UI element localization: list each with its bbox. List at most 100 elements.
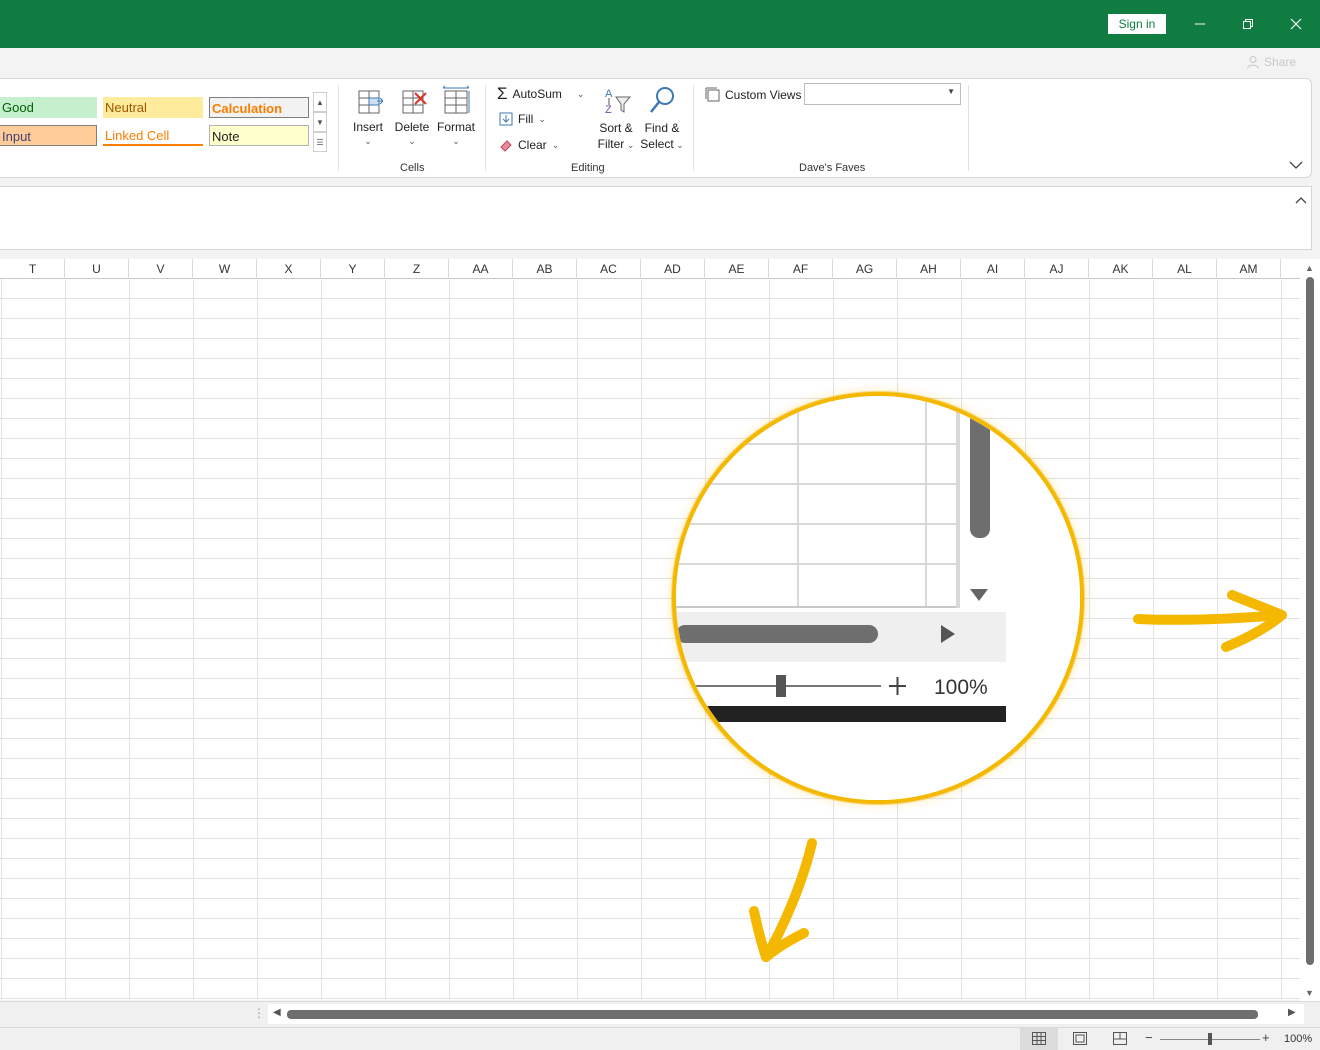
column-header-ag[interactable]: AG: [833, 259, 897, 279]
fill-down-icon: [499, 112, 513, 126]
style-note[interactable]: Note: [209, 125, 309, 146]
zoom-slider-thumb[interactable]: [1208, 1033, 1212, 1045]
sign-in-button[interactable]: Sign in: [1108, 14, 1166, 34]
find-select-label-1: Find &: [644, 121, 680, 135]
ribbon-collapse-icon[interactable]: [1289, 157, 1303, 175]
cells-group-label: Cells: [400, 162, 425, 174]
zoom-in-button[interactable]: +: [1262, 1030, 1270, 1045]
clear-label: Clear: [518, 138, 547, 152]
format-cells-icon: [442, 85, 470, 114]
custom-views-button[interactable]: Custom Views: [705, 87, 801, 102]
style-input[interactable]: Input: [0, 125, 97, 146]
magnifier-callout: 100%: [672, 392, 1084, 804]
style-neutral[interactable]: Neutral: [103, 97, 203, 118]
column-header-ae[interactable]: AE: [705, 259, 769, 279]
formula-bar[interactable]: [0, 186, 1312, 250]
format-button[interactable]: Format ⌄: [434, 85, 478, 147]
autosum-label: AutoSum: [512, 87, 562, 101]
insert-button[interactable]: Insert ⌄: [348, 85, 388, 147]
svg-text:Z: Z: [605, 104, 612, 116]
fill-label: Fill: [518, 112, 534, 126]
column-header-ah[interactable]: AH: [897, 259, 961, 279]
daves-faves-group-label: Dave's Faves: [799, 162, 866, 174]
arrow-down-annotation: [742, 835, 822, 967]
column-header-ak[interactable]: AK: [1089, 259, 1153, 279]
column-header-ac[interactable]: AC: [577, 259, 641, 279]
share-button[interactable]: Share: [1246, 55, 1296, 69]
normal-view-button[interactable]: [1020, 1028, 1058, 1050]
sort-filter-label-2: Filter: [597, 137, 625, 151]
title-bar: Sign in: [0, 0, 1320, 48]
format-label: Format: [436, 120, 475, 134]
editing-group-label: Editing: [571, 162, 605, 174]
vertical-scroll-thumb[interactable]: [1306, 277, 1314, 965]
find-select-label-2: Select: [640, 137, 674, 151]
autosum-button[interactable]: Σ AutoSum ⌄: [497, 84, 585, 103]
close-icon[interactable]: [1273, 0, 1319, 48]
sort-filter-icon: A Z: [605, 88, 632, 116]
column-header-af[interactable]: AF: [769, 259, 833, 279]
magnified-zoom-thumb: [776, 675, 786, 697]
share-label: Share: [1264, 55, 1297, 69]
formula-collapse-icon[interactable]: [1295, 192, 1307, 210]
column-header-al[interactable]: AL: [1153, 259, 1217, 279]
column-header-v[interactable]: V: [129, 259, 193, 279]
column-header-y[interactable]: Y: [321, 259, 385, 279]
sort-filter-button[interactable]: A Z Sort & Filter ⌄: [594, 85, 638, 152]
scroll-right-icon[interactable]: ▶: [1288, 1007, 1296, 1018]
restore-icon[interactable]: [1225, 0, 1271, 48]
tab-split-handle-icon[interactable]: ⋮: [253, 1006, 265, 1020]
style-calculation[interactable]: Calculation: [209, 97, 309, 118]
magnifier-icon: [650, 87, 674, 113]
column-header-ad[interactable]: AD: [641, 259, 705, 279]
magnified-view: 100%: [676, 396, 1080, 800]
scroll-left-icon[interactable]: ◀: [273, 1007, 281, 1018]
delete-cells-icon: [402, 90, 427, 114]
insert-cells-icon: [358, 90, 383, 114]
person-icon: [1247, 56, 1259, 69]
fill-button[interactable]: Fill ⌄: [499, 112, 546, 126]
custom-views-dropdown[interactable]: ▼: [804, 83, 961, 105]
column-header-ai[interactable]: AI: [961, 259, 1025, 279]
page-layout-view-icon[interactable]: [1073, 1032, 1087, 1050]
column-headers: T U V W X Y Z AA AB AC AD AE AF AG AH AI AJ AK AL AM: [0, 259, 1300, 279]
column-header-aj[interactable]: AJ: [1025, 259, 1089, 279]
column-header-t[interactable]: T: [1, 259, 65, 279]
column-header-w[interactable]: W: [193, 259, 257, 279]
ribbon: Good Neutral Calculation Input Linked Ce…: [0, 78, 1312, 178]
style-linked-cell[interactable]: Linked Cell: [103, 125, 203, 146]
scroll-down-icon[interactable]: ▼: [1305, 988, 1314, 998]
normal-view-icon: [1032, 1032, 1046, 1045]
zoom-level[interactable]: 100%: [1284, 1033, 1312, 1045]
styles-scroll-down-icon[interactable]: ▼: [313, 112, 327, 132]
custom-views-icon: [705, 87, 720, 102]
scroll-up-icon[interactable]: ▲: [1305, 263, 1314, 273]
styles-more-icon[interactable]: ☰: [313, 132, 327, 152]
chevron-down-icon: ▼: [947, 87, 955, 96]
custom-views-label: Custom Views: [725, 87, 802, 102]
minimize-icon[interactable]: [1177, 0, 1223, 48]
column-header-z[interactable]: Z: [385, 259, 449, 279]
column-header-u[interactable]: U: [65, 259, 129, 279]
worksheet-grid[interactable]: [0, 279, 1300, 1000]
eraser-icon: [500, 140, 512, 152]
magnified-zoom-level: 100%: [934, 676, 988, 699]
column-header-x[interactable]: X: [257, 259, 321, 279]
arrow-right-annotation: [1132, 585, 1290, 655]
delete-button[interactable]: Delete ⌄: [392, 85, 432, 147]
insert-label: Insert: [352, 120, 383, 134]
zoom-out-button[interactable]: −: [1145, 1030, 1153, 1045]
style-good[interactable]: Good: [0, 97, 97, 118]
horizontal-scroll-thumb[interactable]: [287, 1010, 1258, 1019]
page-break-view-icon[interactable]: [1113, 1032, 1127, 1050]
column-header-am[interactable]: AM: [1217, 259, 1281, 279]
autosum-dropdown-icon[interactable]: ⌄: [577, 89, 585, 100]
sigma-icon: Σ: [497, 84, 508, 103]
status-bar: − +: [0, 1027, 1320, 1050]
sort-filter-label-1: Sort &: [599, 121, 633, 135]
column-header-aa[interactable]: AA: [449, 259, 513, 279]
column-header-ab[interactable]: AB: [513, 259, 577, 279]
styles-scroll-up-icon[interactable]: ▲: [313, 92, 327, 112]
clear-button[interactable]: Clear ⌄: [499, 138, 559, 152]
find-select-button[interactable]: Find & Select ⌄: [640, 85, 684, 152]
